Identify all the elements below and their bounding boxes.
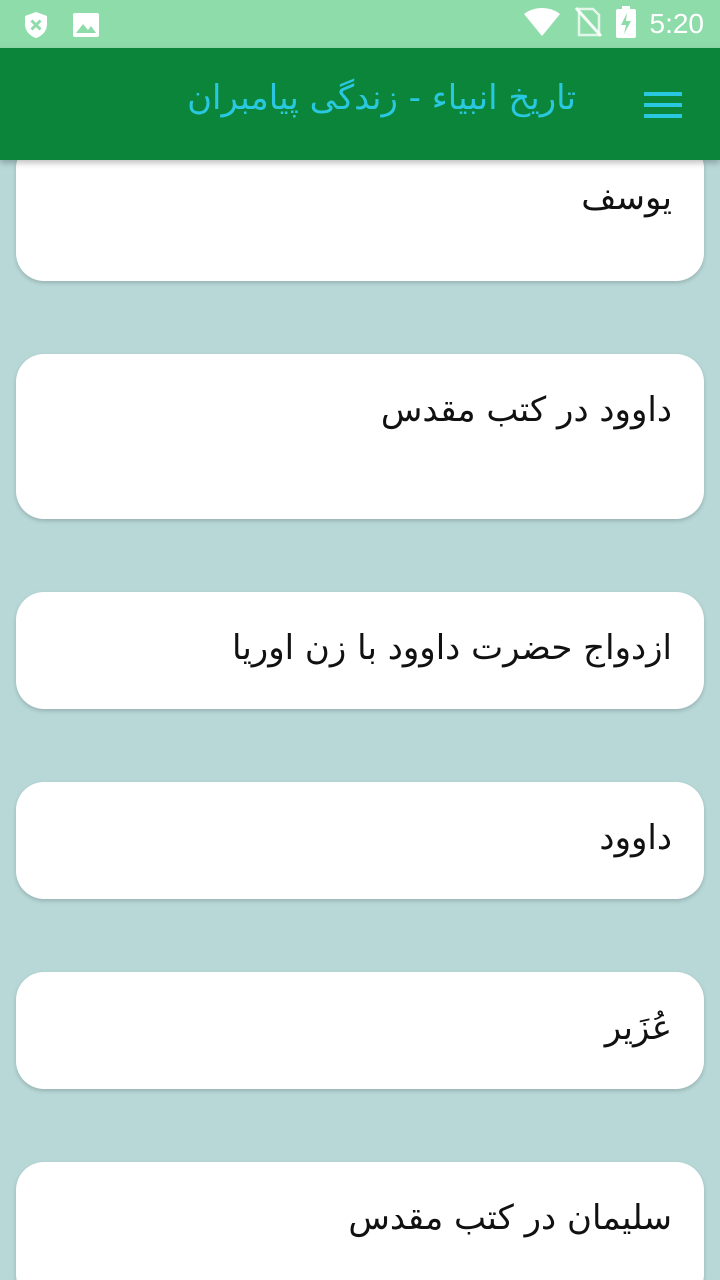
- page-title: تاریخ انبیاء - زندگی پیامبران: [187, 78, 576, 118]
- prophet-list[interactable]: یوسف داوود در کتب مقدس ازدواج حضرت داوود…: [0, 160, 720, 1280]
- battery-charging-icon: [615, 6, 636, 42]
- image-icon: [72, 12, 100, 42]
- wifi-icon: [523, 8, 560, 40]
- list-item-suleiman-holy-books[interactable]: سلیمان در کتب مقدس: [16, 1162, 704, 1280]
- list-item-uzayr[interactable]: عُزَیر: [16, 972, 704, 1089]
- list-item-label: یوسف: [581, 178, 672, 218]
- hamburger-menu-icon[interactable]: [644, 90, 684, 120]
- list-item-label: سلیمان در کتب مقدس: [348, 1198, 672, 1238]
- list-item-label: داوود در کتب مقدس: [380, 390, 672, 430]
- no-sim-icon: [574, 6, 602, 42]
- list-item-yusuf[interactable]: یوسف: [16, 160, 704, 281]
- list-item-label: ازدواج حضرت داوود با زن اوریا: [231, 628, 672, 668]
- status-bar: 5:20: [0, 0, 720, 48]
- app-bar: تاریخ انبیاء - زندگی پیامبران: [0, 48, 720, 160]
- status-time: 5:20: [649, 8, 705, 39]
- list-item-label: داوود: [599, 818, 672, 858]
- list-item-davud[interactable]: داوود: [16, 782, 704, 899]
- list-item-davud-holy-books[interactable]: داوود در کتب مقدس: [16, 354, 704, 519]
- shield-icon: [22, 10, 50, 44]
- list-item-label: عُزَیر: [604, 1008, 672, 1048]
- list-item-davud-marriage[interactable]: ازدواج حضرت داوود با زن اوریا: [16, 592, 704, 709]
